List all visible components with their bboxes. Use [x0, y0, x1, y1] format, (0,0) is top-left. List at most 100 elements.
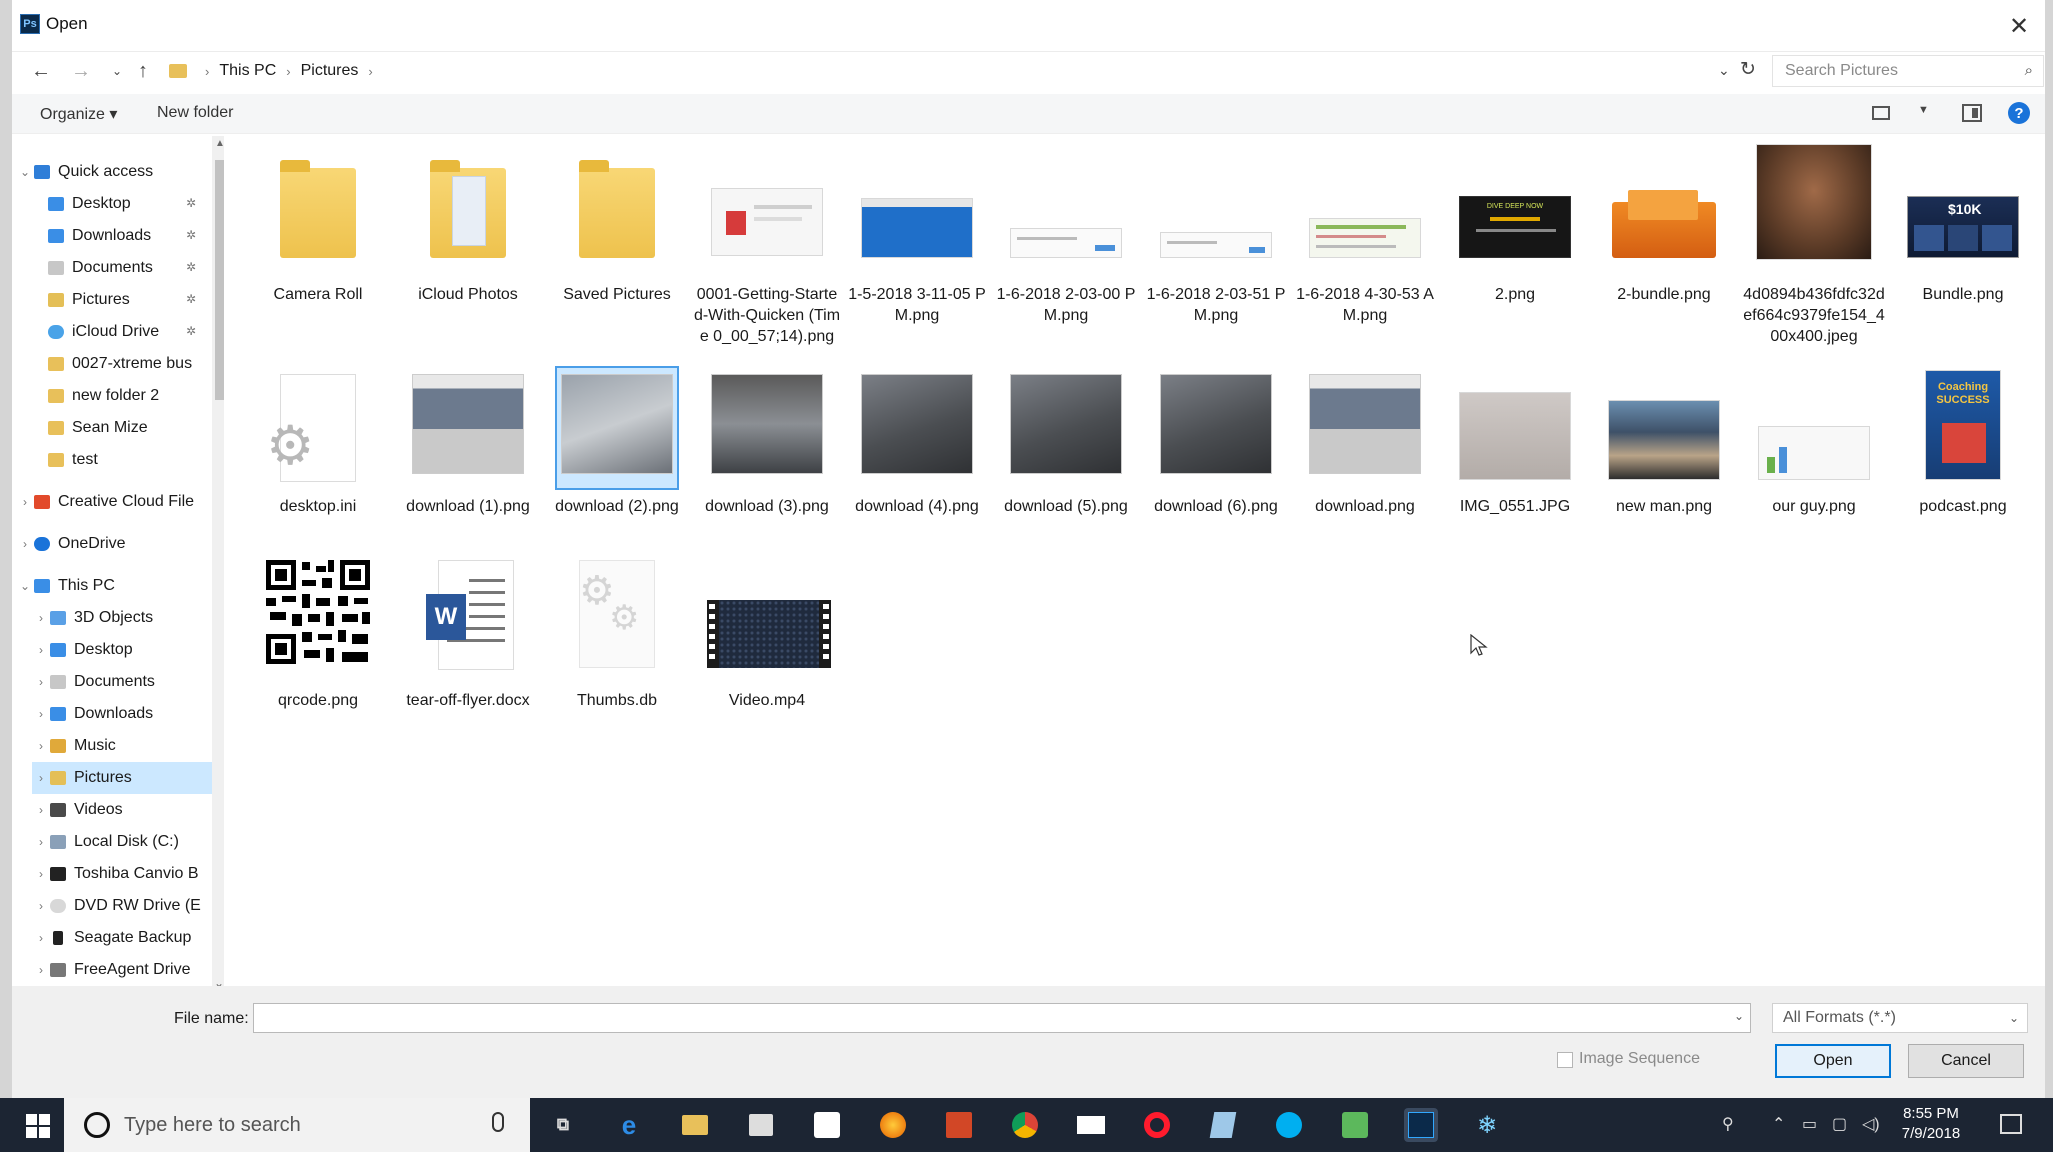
recent-locations-chevron-icon[interactable]: ⌄	[104, 58, 130, 84]
tray-chevron-up-icon[interactable]: ⌃	[1772, 1114, 1785, 1134]
network-icon[interactable]: ▢	[1832, 1114, 1847, 1134]
expand-chevron-icon[interactable]: ›	[32, 963, 50, 977]
windows-start-icon[interactable]	[26, 1114, 50, 1138]
image-thumbnail	[1754, 144, 1874, 266]
refresh-icon[interactable]: ↻	[1740, 58, 1756, 81]
file-explorer-icon[interactable]	[678, 1108, 712, 1142]
nav-pc-dvd[interactable]: › DVD RW Drive (E	[32, 890, 224, 922]
chevron-down-icon[interactable]: ⌄	[2009, 1004, 2019, 1032]
help-icon[interactable]: ?	[2008, 102, 2030, 124]
expand-chevron-icon[interactable]: ›	[32, 675, 50, 689]
settings-snowflake-icon[interactable]: ❄	[1470, 1108, 1504, 1142]
expand-chevron-icon[interactable]: ›	[16, 537, 34, 551]
nav-this-pc[interactable]: ⌄ This PC	[16, 570, 216, 602]
breadcrumb-this-pc[interactable]: This PC	[219, 62, 276, 80]
taskbar-search-box[interactable]: Type here to search	[64, 1098, 530, 1152]
camtasia-recorder-icon[interactable]	[1338, 1108, 1372, 1142]
expand-chevron-icon[interactable]: ›	[32, 643, 50, 657]
expand-chevron-icon[interactable]: ›	[32, 803, 50, 817]
nav-pc-pictures[interactable]: › Pictures	[32, 762, 212, 794]
search-icon[interactable]: ⌕	[2025, 62, 2033, 79]
nav-qa-documents[interactable]: Documents	[48, 252, 224, 284]
search-input[interactable]: Search Pictures ⌕	[1772, 55, 2044, 87]
nav-qa-pictures[interactable]: Pictures	[48, 284, 224, 316]
nav-qa-folder[interactable]: Sean Mize	[48, 412, 224, 444]
edge-browser-icon[interactable]: e	[612, 1108, 646, 1142]
file-name-dropdown-icon[interactable]: ⌄	[1734, 1009, 1744, 1023]
forward-arrow-icon[interactable]: →	[68, 58, 94, 84]
address-bar[interactable]: › This PC › Pictures ›	[162, 55, 1748, 87]
back-arrow-icon[interactable]: ←	[28, 58, 54, 84]
nav-pc-seagate[interactable]: › Seagate Backup	[32, 922, 224, 954]
nav-pc-downloads[interactable]: › Downloads	[32, 698, 224, 730]
view-options-chevron-icon[interactable]: ▼	[1918, 104, 1929, 116]
breadcrumb-separator-icon[interactable]: ›	[368, 64, 372, 79]
powerpoint-icon[interactable]	[942, 1108, 976, 1142]
nav-pc-music[interactable]: › Music	[32, 730, 224, 762]
nav-pc-3d-objects[interactable]: › 3D Objects	[32, 602, 224, 634]
preview-pane-icon[interactable]	[1962, 104, 1982, 122]
collapse-chevron-icon[interactable]: ⌄	[16, 579, 34, 593]
image-thumbnail	[1156, 368, 1276, 488]
nav-pc-videos[interactable]: › Videos	[32, 794, 224, 826]
scroll-up-arrow-icon[interactable]: ▲	[215, 138, 224, 149]
expand-chevron-icon[interactable]: ›	[32, 899, 50, 913]
address-dropdown-icon[interactable]: ⌄	[1718, 62, 1730, 79]
task-view-icon[interactable]: ⧉	[546, 1108, 580, 1142]
taskbar-clock[interactable]: 8:55 PM 7/9/2018	[1886, 1104, 1976, 1144]
organize-button[interactable]: Organize ▾	[40, 104, 117, 124]
battery-icon[interactable]: ▭	[1802, 1114, 1817, 1134]
opera-icon[interactable]	[1140, 1108, 1174, 1142]
open-button[interactable]: Open	[1775, 1044, 1891, 1078]
nav-onedrive[interactable]: › OneDrive	[16, 528, 216, 560]
nav-scrollbar[interactable]: ▲ ⌄	[212, 136, 224, 986]
skype-icon[interactable]	[1272, 1108, 1306, 1142]
photoshop-taskbar-icon[interactable]	[1404, 1108, 1438, 1142]
nav-pc-desktop[interactable]: › Desktop	[32, 634, 224, 666]
up-arrow-icon[interactable]: ↑	[130, 58, 156, 84]
expand-chevron-icon[interactable]: ›	[32, 707, 50, 721]
nav-pc-documents[interactable]: › Documents	[32, 666, 224, 698]
chrome-icon[interactable]	[1008, 1108, 1042, 1142]
new-folder-button[interactable]: New folder	[157, 104, 233, 122]
mail-icon[interactable]	[1074, 1108, 1108, 1142]
microphone-icon[interactable]	[492, 1112, 504, 1132]
expand-chevron-icon[interactable]: ›	[32, 739, 50, 753]
breadcrumb-pictures[interactable]: Pictures	[301, 62, 359, 80]
expand-chevron-icon[interactable]: ›	[16, 495, 34, 509]
change-view-icon[interactable]	[1872, 106, 1890, 120]
nav-qa-downloads[interactable]: Downloads	[48, 220, 224, 252]
breadcrumb-separator-icon[interactable]: ›	[286, 64, 290, 79]
collapse-chevron-icon[interactable]: ⌄	[16, 165, 34, 179]
nav-pc-local-disk[interactable]: › Local Disk (C:)	[32, 826, 224, 858]
file-type-select[interactable]: All Formats (*.*) ⌄	[1772, 1003, 2028, 1033]
expand-chevron-icon[interactable]: ›	[32, 611, 50, 625]
close-icon[interactable]: ✕	[2001, 8, 2037, 44]
scroll-down-arrow-icon[interactable]: ⌄	[214, 976, 224, 986]
cancel-button[interactable]: Cancel	[1908, 1044, 2024, 1078]
expand-chevron-icon[interactable]: ›	[32, 931, 50, 945]
nav-qa-folder[interactable]: new folder 2	[48, 380, 224, 412]
people-icon[interactable]: ⚲	[1722, 1114, 1734, 1134]
expand-chevron-icon[interactable]: ›	[32, 771, 50, 785]
nav-qa-folder[interactable]: 0027-xtreme bus	[48, 348, 224, 380]
nav-qa-icloud-drive[interactable]: iCloud Drive	[48, 316, 224, 348]
scrollbar-thumb[interactable]	[215, 160, 224, 400]
firefox-icon[interactable]	[876, 1108, 910, 1142]
file-name-input[interactable]: ⌄	[253, 1003, 1751, 1033]
nav-qa-desktop[interactable]: Desktop	[48, 188, 224, 220]
expand-chevron-icon[interactable]: ›	[32, 867, 50, 881]
nav-qa-folder[interactable]: test	[48, 444, 224, 476]
volume-icon[interactable]: ◁)	[1862, 1114, 1880, 1134]
nav-pc-freeagent[interactable]: › FreeAgent Drive	[32, 954, 224, 986]
store-icon[interactable]	[744, 1108, 778, 1142]
nav-creative-cloud[interactable]: › Creative Cloud File	[16, 486, 216, 518]
camtasia-icon[interactable]	[810, 1108, 844, 1142]
nav-quick-access[interactable]: ⌄ Quick access	[16, 156, 216, 188]
nav-pc-toshiba[interactable]: › Toshiba Canvio B	[32, 858, 224, 890]
app-icon[interactable]	[1206, 1108, 1240, 1142]
action-center-icon[interactable]	[2000, 1114, 2022, 1134]
breadcrumb-separator-icon[interactable]: ›	[205, 64, 209, 79]
expand-chevron-icon[interactable]: ›	[32, 835, 50, 849]
image-sequence-checkbox[interactable]	[1557, 1052, 1573, 1068]
